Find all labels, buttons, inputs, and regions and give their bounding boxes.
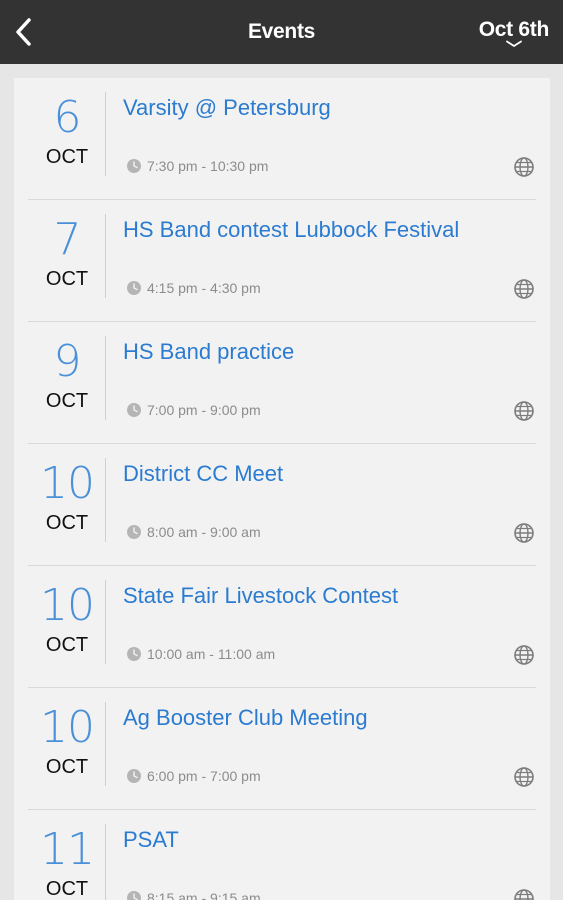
clock-icon <box>127 281 141 295</box>
divider <box>105 92 106 176</box>
clock-icon <box>127 891 141 900</box>
event-time-text: 4:15 pm - 4:30 pm <box>147 280 261 296</box>
event-time-text: 8:00 am - 9:00 am <box>147 524 261 540</box>
globe-icon[interactable] <box>512 277 536 301</box>
event-item[interactable]: 10 OCT District CC Meet 8:00 am - 9:00 a… <box>28 444 536 566</box>
event-time: 4:15 pm - 4:30 pm <box>127 280 261 296</box>
globe-icon[interactable] <box>512 155 536 179</box>
divider <box>105 580 106 664</box>
event-item[interactable]: 7 OCT HS Band contest Lubbock Festival 4… <box>28 200 536 322</box>
event-time-text: 10:00 am - 11:00 am <box>147 646 276 662</box>
event-time-text: 8:15 am - 9:15 am <box>147 890 261 900</box>
clock-icon <box>127 647 141 661</box>
event-month: OCT <box>45 146 89 168</box>
event-day: 10 <box>40 580 95 631</box>
event-time-text: 6:00 pm - 7:00 pm <box>147 768 261 784</box>
event-time: 10:00 am - 11:00 am <box>127 646 275 662</box>
event-day: 11 <box>40 824 95 875</box>
divider <box>105 824 106 900</box>
globe-icon[interactable] <box>512 399 536 423</box>
divider <box>105 458 106 542</box>
event-title[interactable]: District CC Meet <box>123 461 283 487</box>
event-month: OCT <box>45 756 89 778</box>
event-list: 6 OCT Varsity @ Petersburg 7:30 pm - 10:… <box>14 78 550 900</box>
event-time: 8:15 am - 9:15 am <box>127 890 261 900</box>
date-picker-label: Oct 6th <box>478 18 550 41</box>
event-month: OCT <box>45 390 89 412</box>
event-time-text: 7:30 pm - 10:30 pm <box>147 158 269 174</box>
clock-icon <box>127 403 141 417</box>
event-item[interactable]: 10 OCT State Fair Livestock Contest 10:0… <box>28 566 536 688</box>
divider <box>105 702 106 786</box>
clock-icon <box>127 159 141 173</box>
event-title[interactable]: Varsity @ Petersburg <box>123 95 331 121</box>
event-day: 6 <box>53 92 82 143</box>
event-day: 9 <box>53 336 82 387</box>
globe-icon[interactable] <box>512 521 536 545</box>
divider <box>105 214 106 298</box>
event-date: 9 OCT <box>28 336 106 413</box>
event-date: 10 OCT <box>28 458 106 535</box>
event-title[interactable]: Ag Booster Club Meeting <box>123 705 368 731</box>
event-time-text: 7:00 pm - 9:00 pm <box>147 402 261 418</box>
event-title[interactable]: State Fair Livestock Contest <box>123 583 398 609</box>
event-month: OCT <box>45 878 89 900</box>
event-time: 8:00 am - 9:00 am <box>127 524 261 540</box>
event-date: 7 OCT <box>28 214 106 291</box>
event-item[interactable]: 6 OCT Varsity @ Petersburg 7:30 pm - 10:… <box>28 78 536 200</box>
event-time: 7:30 pm - 10:30 pm <box>127 158 268 174</box>
globe-icon[interactable] <box>512 643 536 667</box>
event-title[interactable]: PSAT <box>123 827 179 853</box>
event-date: 11 OCT <box>28 824 106 900</box>
event-day: 10 <box>40 702 95 753</box>
event-month: OCT <box>45 268 89 290</box>
event-month: OCT <box>45 634 89 656</box>
event-time: 6:00 pm - 7:00 pm <box>127 768 261 784</box>
globe-icon[interactable] <box>512 765 536 789</box>
event-item[interactable]: 10 OCT Ag Booster Club Meeting 6:00 pm -… <box>28 688 536 810</box>
event-item[interactable]: 11 OCT PSAT 8:15 am - 9:15 am <box>28 810 536 900</box>
event-time: 7:00 pm - 9:00 pm <box>127 402 261 418</box>
event-date: 6 OCT <box>28 92 106 169</box>
globe-icon[interactable] <box>512 887 536 900</box>
content-area: 6 OCT Varsity @ Petersburg 7:30 pm - 10:… <box>0 64 563 900</box>
event-item[interactable]: 9 OCT HS Band practice 7:00 pm - 9:00 pm <box>28 322 536 444</box>
divider <box>105 336 106 420</box>
event-month: OCT <box>45 512 89 534</box>
date-picker-button[interactable]: Oct 6th <box>479 18 549 48</box>
event-day: 10 <box>40 458 95 509</box>
top-bar: Events Oct 6th <box>0 0 563 64</box>
event-title[interactable]: HS Band practice <box>123 339 294 365</box>
clock-icon <box>127 769 141 783</box>
event-date: 10 OCT <box>28 580 106 657</box>
event-day: 7 <box>53 214 82 265</box>
event-title[interactable]: HS Band contest Lubbock Festival <box>123 217 459 243</box>
event-date: 10 OCT <box>28 702 106 779</box>
clock-icon <box>127 525 141 539</box>
